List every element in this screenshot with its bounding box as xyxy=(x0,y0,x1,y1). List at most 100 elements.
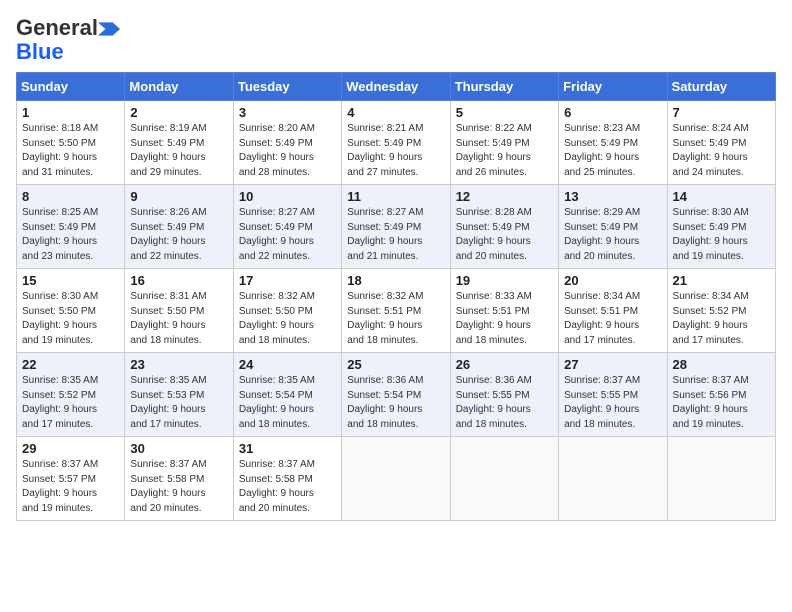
day-number: 31 xyxy=(239,441,336,456)
cell-info: Sunrise: 8:20 AMSunset: 5:49 PMDaylight:… xyxy=(239,122,336,180)
day-number: 22 xyxy=(22,357,119,372)
cell-info: Sunrise: 8:28 AMSunset: 5:49 PMDaylight:… xyxy=(456,206,553,264)
calendar-cell: 26 Sunrise: 8:36 AMSunset: 5:55 PMDayligh… xyxy=(450,353,558,437)
calendar-week-5: 29Sunrise: 8:37 AMSunset: 5:57 PMDayligh… xyxy=(17,437,776,521)
day-number: 21 xyxy=(673,273,770,288)
calendar-cell: 23 Sunrise: 8:35 AMSunset: 5:53 PMDayligh… xyxy=(125,353,233,437)
weekday-header-friday: Friday xyxy=(559,73,667,101)
cell-info: Sunrise: 8:24 AMSunset: 5:49 PMDaylight:… xyxy=(673,122,770,180)
cell-info: Sunrise: 8:36 AMSunset: 5:54 PMDaylight:… xyxy=(347,374,444,432)
day-number: 16 xyxy=(130,273,227,288)
cell-info: Sunrise: 8:31 AMSunset: 5:50 PMDaylight:… xyxy=(130,290,227,348)
cell-info: Sunrise: 8:27 AMSunset: 5:49 PMDaylight:… xyxy=(239,206,336,264)
calendar-table: SundayMondayTuesdayWednesdayThursdayFrid… xyxy=(16,72,776,521)
calendar-cell xyxy=(450,437,558,521)
cell-info: Sunrise: 8:26 AMSunset: 5:49 PMDaylight:… xyxy=(130,206,227,264)
cell-info: Sunrise: 8:25 AMSunset: 5:49 PMDaylight:… xyxy=(22,206,119,264)
calendar-cell xyxy=(667,437,775,521)
day-number: 23 xyxy=(130,357,227,372)
cell-info: Sunrise: 8:35 AMSunset: 5:52 PMDaylight:… xyxy=(22,374,119,432)
cell-info: Sunrise: 8:35 AMSunset: 5:53 PMDaylight:… xyxy=(130,374,227,432)
day-number: 20 xyxy=(564,273,661,288)
day-number: 15 xyxy=(22,273,119,288)
page-header: General Blue xyxy=(16,16,776,64)
calendar-cell xyxy=(342,437,450,521)
cell-info: Sunrise: 8:37 AMSunset: 5:58 PMDaylight:… xyxy=(130,458,227,516)
calendar-cell: 24Sunrise: 8:35 AMSunset: 5:54 PMDayligh… xyxy=(233,353,341,437)
weekday-header-thursday: Thursday xyxy=(450,73,558,101)
calendar-week-4: 22 Sunrise: 8:35 AMSunset: 5:52 PMDayligh… xyxy=(17,353,776,437)
calendar-header-row: SundayMondayTuesdayWednesdayThursdayFrid… xyxy=(17,73,776,101)
weekday-header-wednesday: Wednesday xyxy=(342,73,450,101)
day-number: 1 xyxy=(22,105,119,120)
calendar-cell: 13 Sunrise: 8:29 AMSunset: 5:49 PMDayligh… xyxy=(559,185,667,269)
day-number: 12 xyxy=(456,189,553,204)
logo: General Blue xyxy=(16,16,120,64)
cell-info: Sunrise: 8:21 AMSunset: 5:49 PMDaylight:… xyxy=(347,122,444,180)
cell-info: Sunrise: 8:30 AMSunset: 5:49 PMDaylight:… xyxy=(673,206,770,264)
day-number: 5 xyxy=(456,105,553,120)
calendar-week-2: 8 Sunrise: 8:25 AMSunset: 5:49 PMDaylight… xyxy=(17,185,776,269)
calendar-cell: 30 Sunrise: 8:37 AMSunset: 5:58 PMDayligh… xyxy=(125,437,233,521)
day-number: 25 xyxy=(347,357,444,372)
cell-info: Sunrise: 8:37 AMSunset: 5:58 PMDaylight:… xyxy=(239,458,336,516)
day-number: 28 xyxy=(673,357,770,372)
cell-info: Sunrise: 8:33 AMSunset: 5:51 PMDaylight:… xyxy=(456,290,553,348)
calendar-cell xyxy=(559,437,667,521)
cell-info: Sunrise: 8:37 AMSunset: 5:55 PMDaylight:… xyxy=(564,374,661,432)
calendar-cell: 15 Sunrise: 8:30 AMSunset: 5:50 PMDayligh… xyxy=(17,269,125,353)
day-number: 19 xyxy=(456,273,553,288)
calendar-cell: 14 Sunrise: 8:30 AMSunset: 5:49 PMDayligh… xyxy=(667,185,775,269)
calendar-cell: 1Sunrise: 8:18 AMSunset: 5:50 PMDaylight… xyxy=(17,101,125,185)
day-number: 8 xyxy=(22,189,119,204)
day-number: 18 xyxy=(347,273,444,288)
cell-info: Sunrise: 8:19 AMSunset: 5:49 PMDaylight:… xyxy=(130,122,227,180)
calendar-cell: 10 Sunrise: 8:27 AMSunset: 5:49 PMDayligh… xyxy=(233,185,341,269)
day-number: 14 xyxy=(673,189,770,204)
calendar-cell: 29Sunrise: 8:37 AMSunset: 5:57 PMDayligh… xyxy=(17,437,125,521)
calendar-cell: 22 Sunrise: 8:35 AMSunset: 5:52 PMDayligh… xyxy=(17,353,125,437)
calendar-cell: 9 Sunrise: 8:26 AMSunset: 5:49 PMDaylight… xyxy=(125,185,233,269)
cell-info: Sunrise: 8:27 AMSunset: 5:49 PMDaylight:… xyxy=(347,206,444,264)
calendar-cell: 5Sunrise: 8:22 AMSunset: 5:49 PMDaylight… xyxy=(450,101,558,185)
calendar-cell: 8 Sunrise: 8:25 AMSunset: 5:49 PMDaylight… xyxy=(17,185,125,269)
calendar-body: 1Sunrise: 8:18 AMSunset: 5:50 PMDaylight… xyxy=(17,101,776,521)
day-number: 29 xyxy=(22,441,119,456)
day-number: 26 xyxy=(456,357,553,372)
calendar-cell: 6Sunrise: 8:23 AMSunset: 5:49 PMDaylight… xyxy=(559,101,667,185)
cell-info: Sunrise: 8:34 AMSunset: 5:51 PMDaylight:… xyxy=(564,290,661,348)
calendar-cell: 16 Sunrise: 8:31 AMSunset: 5:50 PMDayligh… xyxy=(125,269,233,353)
cell-info: Sunrise: 8:30 AMSunset: 5:50 PMDaylight:… xyxy=(22,290,119,348)
calendar-week-3: 15 Sunrise: 8:30 AMSunset: 5:50 PMDayligh… xyxy=(17,269,776,353)
day-number: 2 xyxy=(130,105,227,120)
day-number: 13 xyxy=(564,189,661,204)
day-number: 11 xyxy=(347,189,444,204)
calendar-week-1: 1Sunrise: 8:18 AMSunset: 5:50 PMDaylight… xyxy=(17,101,776,185)
calendar-cell: 12 Sunrise: 8:28 AMSunset: 5:49 PMDayligh… xyxy=(450,185,558,269)
calendar-cell: 21Sunrise: 8:34 AMSunset: 5:52 PMDayligh… xyxy=(667,269,775,353)
day-number: 10 xyxy=(239,189,336,204)
cell-info: Sunrise: 8:32 AMSunset: 5:50 PMDaylight:… xyxy=(239,290,336,348)
day-number: 9 xyxy=(130,189,227,204)
calendar-cell: 20 Sunrise: 8:34 AMSunset: 5:51 PMDayligh… xyxy=(559,269,667,353)
cell-info: Sunrise: 8:29 AMSunset: 5:49 PMDaylight:… xyxy=(564,206,661,264)
cell-info: Sunrise: 8:36 AMSunset: 5:55 PMDaylight:… xyxy=(456,374,553,432)
weekday-header-tuesday: Tuesday xyxy=(233,73,341,101)
calendar-cell: 11 Sunrise: 8:27 AMSunset: 5:49 PMDayligh… xyxy=(342,185,450,269)
calendar-cell: 7 Sunrise: 8:24 AMSunset: 5:49 PMDaylight… xyxy=(667,101,775,185)
day-number: 6 xyxy=(564,105,661,120)
calendar-cell: 2 Sunrise: 8:19 AMSunset: 5:49 PMDaylight… xyxy=(125,101,233,185)
day-number: 24 xyxy=(239,357,336,372)
day-number: 7 xyxy=(673,105,770,120)
day-number: 4 xyxy=(347,105,444,120)
logo-text: General xyxy=(16,16,98,40)
logo-icon xyxy=(98,22,120,36)
calendar-cell: 31 Sunrise: 8:37 AMSunset: 5:58 PMDayligh… xyxy=(233,437,341,521)
calendar-cell: 25 Sunrise: 8:36 AMSunset: 5:54 PMDayligh… xyxy=(342,353,450,437)
day-number: 3 xyxy=(239,105,336,120)
day-number: 30 xyxy=(130,441,227,456)
logo-blue-text: Blue xyxy=(16,40,64,64)
cell-info: Sunrise: 8:32 AMSunset: 5:51 PMDaylight:… xyxy=(347,290,444,348)
calendar-cell: 4 Sunrise: 8:21 AMSunset: 5:49 PMDaylight… xyxy=(342,101,450,185)
day-number: 27 xyxy=(564,357,661,372)
